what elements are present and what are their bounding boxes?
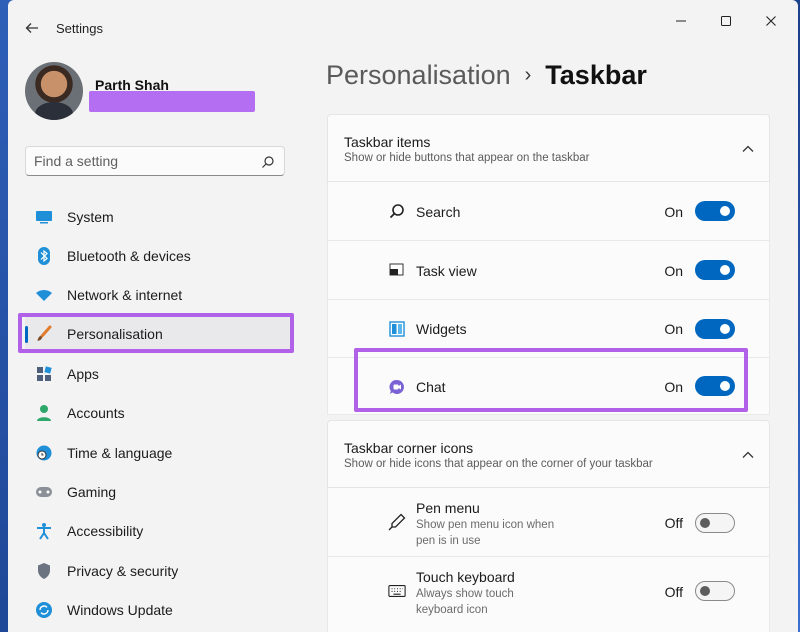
avatar[interactable] — [25, 62, 83, 120]
widgets-icon — [388, 320, 406, 338]
sidebar-item-apps[interactable]: Apps — [25, 355, 293, 393]
setting-label: Widgets — [416, 321, 467, 337]
sidebar-item-time-language[interactable]: Time & language — [25, 434, 293, 472]
sidebar-item-label: Accounts — [67, 405, 125, 421]
search-icon[interactable] — [261, 155, 275, 169]
corner-icons-header[interactable]: Taskbar corner icons Show or hide icons … — [327, 420, 770, 488]
pen-icon — [388, 513, 406, 531]
system-icon — [35, 208, 53, 226]
setting-label: Touch keyboard — [416, 569, 515, 585]
setting-description: Always show touch keyboard icon — [416, 588, 514, 616]
chat-toggle[interactable] — [695, 376, 735, 396]
maximize-icon — [721, 16, 731, 26]
close-button[interactable] — [748, 10, 794, 32]
chevron-up-icon[interactable] — [741, 142, 755, 156]
search-toggle[interactable] — [695, 201, 735, 221]
chat-icon — [388, 378, 406, 396]
sidebar-item-accounts[interactable]: Accounts — [25, 394, 293, 432]
sidebar-item-privacy[interactable]: Privacy & security — [25, 552, 293, 590]
back-button[interactable] — [20, 16, 44, 40]
sidebar-item-gaming[interactable]: Gaming — [25, 473, 293, 511]
sidebar-item-label: Bluetooth & devices — [67, 248, 191, 264]
pen-menu-toggle[interactable] — [695, 513, 735, 533]
app-title: Settings — [56, 21, 103, 36]
minimize-button[interactable] — [658, 10, 704, 32]
toggle-state-text: On — [664, 379, 683, 395]
task-view-toggle[interactable] — [695, 260, 735, 280]
section-title: Taskbar items — [344, 134, 431, 150]
toggle-state-text: On — [664, 204, 683, 220]
redacted-email — [89, 91, 255, 112]
sidebar-item-label: Network & internet — [67, 287, 183, 303]
sidebar-item-label: Privacy & security — [67, 563, 179, 579]
keyboard-icon — [388, 582, 406, 600]
toggle-state-text: Off — [664, 515, 683, 531]
sidebar-item-label: Accessibility — [67, 523, 144, 539]
gamepad-icon — [35, 483, 53, 501]
sidebar-item-label: Windows Update — [67, 602, 173, 618]
sidebar-item-system[interactable]: System — [25, 198, 293, 236]
apps-icon — [35, 365, 53, 383]
widgets-toggle[interactable] — [695, 319, 735, 339]
search-box[interactable] — [25, 146, 285, 176]
wifi-icon — [35, 286, 53, 304]
section-subtitle: Show or hide icons that appear on the co… — [344, 458, 653, 470]
sidebar-item-label: Time & language — [67, 445, 173, 461]
breadcrumb: Personalisation › Taskbar — [326, 60, 647, 91]
settings-window: Settings Parth Shah System Bluetooth & d… — [8, 0, 798, 632]
brush-icon — [35, 325, 53, 343]
breadcrumb-parent[interactable]: Personalisation — [326, 60, 511, 91]
title-bar: Settings — [8, 0, 798, 52]
toggle-state-text: On — [664, 263, 683, 279]
sidebar-item-label: System — [67, 209, 114, 225]
toggle-state-text: On — [664, 321, 683, 337]
setting-row-widgets: Widgets On — [327, 300, 770, 358]
search-input[interactable] — [34, 152, 254, 170]
update-icon — [35, 601, 53, 619]
sidebar-item-personalisation[interactable]: Personalisation — [25, 315, 293, 353]
toggle-state-text: Off — [664, 584, 683, 600]
taskbar-items-header[interactable]: Taskbar items Show or hide buttons that … — [327, 114, 770, 182]
page-title: Taskbar — [545, 60, 647, 90]
close-icon — [766, 16, 776, 26]
setting-row-touch-keyboard: Touch keyboard Always show touch keyboar… — [327, 557, 770, 632]
sidebar-item-accessibility[interactable]: Accessibility — [25, 512, 293, 550]
setting-label: Task view — [416, 263, 477, 279]
globe-clock-icon — [35, 444, 53, 462]
touch-keyboard-toggle[interactable] — [695, 581, 735, 601]
search-icon — [388, 202, 406, 220]
setting-row-search: Search On — [327, 182, 770, 241]
person-icon — [35, 404, 53, 422]
setting-row-chat: Chat On — [327, 358, 770, 415]
sidebar-item-label: Gaming — [67, 484, 117, 500]
sidebar-item-label: Personalisation — [67, 326, 163, 342]
setting-label: Chat — [416, 379, 446, 395]
setting-row-task-view: Task view On — [327, 241, 770, 300]
sidebar-item-label: Apps — [67, 366, 99, 382]
section-subtitle: Show or hide buttons that appear on the … — [344, 152, 590, 164]
setting-label: Search — [416, 204, 461, 220]
task-view-icon — [388, 261, 406, 279]
section-title: Taskbar corner icons — [344, 440, 474, 456]
setting-label: Pen menu — [416, 500, 480, 516]
sidebar-item-windows-update[interactable]: Windows Update — [25, 591, 293, 629]
sidebar-item-network[interactable]: Network & internet — [25, 276, 293, 314]
shield-icon — [35, 562, 53, 580]
setting-row-pen-menu: Pen menu Show pen menu icon when pen is … — [327, 488, 770, 557]
back-arrow-icon — [25, 23, 38, 33]
chevron-up-icon[interactable] — [741, 448, 755, 462]
bluetooth-icon — [35, 247, 53, 265]
breadcrumb-separator: › — [524, 64, 532, 86]
setting-description: Show pen menu icon when pen is in use — [416, 519, 555, 547]
sidebar-item-bluetooth[interactable]: Bluetooth & devices — [25, 237, 293, 275]
minimize-icon — [676, 20, 686, 22]
maximize-button[interactable] — [703, 10, 749, 32]
accessibility-icon — [35, 522, 53, 540]
